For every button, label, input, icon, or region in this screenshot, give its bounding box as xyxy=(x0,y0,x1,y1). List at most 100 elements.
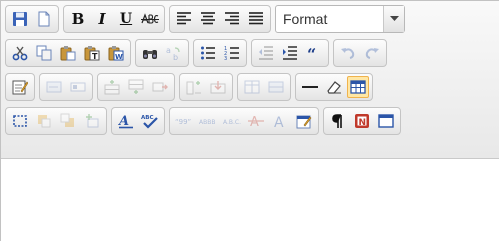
edit-source-icon xyxy=(12,80,28,95)
insert-row-after-button[interactable] xyxy=(125,76,147,98)
table-button[interactable] xyxy=(347,76,369,98)
table-icon xyxy=(350,80,366,94)
blockquote-button[interactable]: “ xyxy=(303,42,325,64)
align-left-icon xyxy=(177,12,191,25)
outdent-button[interactable] xyxy=(255,42,277,64)
align-center-button[interactable] xyxy=(197,8,219,30)
abbreviation-icon: A.B.C. xyxy=(223,119,241,126)
smart-quotes-icon: “99” xyxy=(175,118,191,126)
undo-button[interactable] xyxy=(337,42,359,64)
eraser-icon xyxy=(327,81,341,94)
replace-button[interactable]: a b xyxy=(163,42,185,64)
strikethrough-icon xyxy=(141,13,159,24)
text-color-icon: A xyxy=(274,115,284,129)
case-group: “99” ABBB A.B.C. A A xyxy=(169,107,319,135)
find-button[interactable] xyxy=(139,42,161,64)
delete-row-button[interactable] xyxy=(149,76,171,98)
absolute-position-button[interactable] xyxy=(33,110,55,132)
insert-column-button[interactable] xyxy=(183,76,205,98)
align-center-icon xyxy=(201,12,215,25)
find-group: a b xyxy=(135,39,189,67)
svg-text:A.B.C.: A.B.C. xyxy=(223,119,241,126)
copy-button[interactable] xyxy=(33,42,55,64)
paste-text-icon: T xyxy=(84,46,100,61)
small-caps-icon: ABBB xyxy=(199,119,215,126)
copy-icon xyxy=(36,45,52,61)
indent-button[interactable] xyxy=(279,42,301,64)
new-page-button[interactable] xyxy=(33,8,55,30)
maximize-icon xyxy=(378,114,394,128)
strikethrough-button[interactable] xyxy=(139,8,161,30)
redo-button[interactable] xyxy=(361,42,383,64)
numbered-list-button[interactable]: 123 xyxy=(221,42,243,64)
select-all-button[interactable] xyxy=(9,110,31,132)
smart-quotes-button[interactable]: “99” xyxy=(173,110,195,132)
absolute-position-icon xyxy=(38,115,51,128)
merge-cells-button[interactable] xyxy=(207,76,229,98)
bulleted-list-icon xyxy=(201,46,215,60)
text-field-button[interactable] xyxy=(67,76,89,98)
alignment-group xyxy=(169,5,271,33)
bulleted-list-button[interactable] xyxy=(197,42,219,64)
editor-content-area[interactable] xyxy=(1,159,499,242)
undo-icon xyxy=(341,48,355,59)
svg-text:A: A xyxy=(250,115,259,129)
move-backward-button[interactable] xyxy=(57,110,79,132)
remove-format-button[interactable] xyxy=(323,76,345,98)
pilcrow-icon xyxy=(332,114,342,128)
insert-layer-button[interactable] xyxy=(81,110,103,132)
scissors-icon xyxy=(12,46,28,61)
horizontal-rule-button[interactable] xyxy=(299,76,321,98)
paste-word-button[interactable]: W xyxy=(105,42,127,64)
paste-word-icon: W xyxy=(108,46,124,61)
style-group: A ABC xyxy=(111,107,165,135)
spellcheck-button[interactable]: ABC xyxy=(139,110,161,132)
rich-text-editor: B I U Format T W a b 1 2 3 “ A ABC “99” … xyxy=(0,0,499,242)
editor-toolbar: B I U Format T W a b 1 2 3 “ A ABC “99” … xyxy=(1,1,499,159)
insert-layer-icon xyxy=(86,114,99,128)
font-color-button[interactable]: A xyxy=(115,110,137,132)
chevron-down-icon[interactable] xyxy=(383,6,404,32)
save-button[interactable] xyxy=(9,8,31,30)
strike-color-button[interactable]: A xyxy=(245,110,267,132)
format-dropdown-value: Format xyxy=(283,11,328,27)
insert-column-icon xyxy=(186,81,201,95)
form-field-button[interactable] xyxy=(43,76,65,98)
cut-button[interactable] xyxy=(9,42,31,64)
form-group xyxy=(39,73,93,101)
svg-text:a: a xyxy=(166,46,171,55)
move-backward-icon xyxy=(60,113,74,127)
insert-row-before-button[interactable] xyxy=(101,76,123,98)
abbreviation-button[interactable]: A.B.C. xyxy=(221,110,243,132)
list-group: 123 xyxy=(193,39,247,67)
justify-button[interactable] xyxy=(245,8,267,30)
preview-button[interactable]: N xyxy=(351,110,373,132)
align-right-button[interactable] xyxy=(221,8,243,30)
insert-row-before-icon xyxy=(104,80,120,95)
svg-text:W: W xyxy=(115,53,123,61)
bold-button[interactable]: B xyxy=(67,8,89,30)
split-cell-icon xyxy=(268,81,284,93)
maximize-button[interactable] xyxy=(375,110,397,132)
cell-properties-button[interactable] xyxy=(241,76,263,98)
show-blocks-button[interactable] xyxy=(327,110,349,132)
svg-text:“: “ xyxy=(307,45,316,61)
styles-button[interactable] xyxy=(293,110,315,132)
align-left-button[interactable] xyxy=(173,8,195,30)
split-cell-button[interactable] xyxy=(265,76,287,98)
delete-row-icon xyxy=(152,82,168,92)
paste-text-button[interactable]: T xyxy=(81,42,103,64)
italic-button[interactable]: I xyxy=(91,8,113,30)
spellcheck-icon: ABC xyxy=(141,115,158,129)
small-caps-button[interactable]: ABBB xyxy=(197,110,219,132)
edit-source-button[interactable] xyxy=(9,76,31,98)
paste-button[interactable] xyxy=(57,42,79,64)
toolbar-row-2: T W a b 1 2 3 “ xyxy=(5,38,387,68)
document-group xyxy=(5,5,59,33)
format-dropdown[interactable]: Format xyxy=(275,5,405,33)
paste-icon xyxy=(60,46,76,61)
replace-icon: a b xyxy=(166,46,180,61)
text-color-button[interactable]: A xyxy=(269,110,291,132)
table-row-group xyxy=(97,73,175,101)
underline-button[interactable]: U xyxy=(115,8,137,30)
